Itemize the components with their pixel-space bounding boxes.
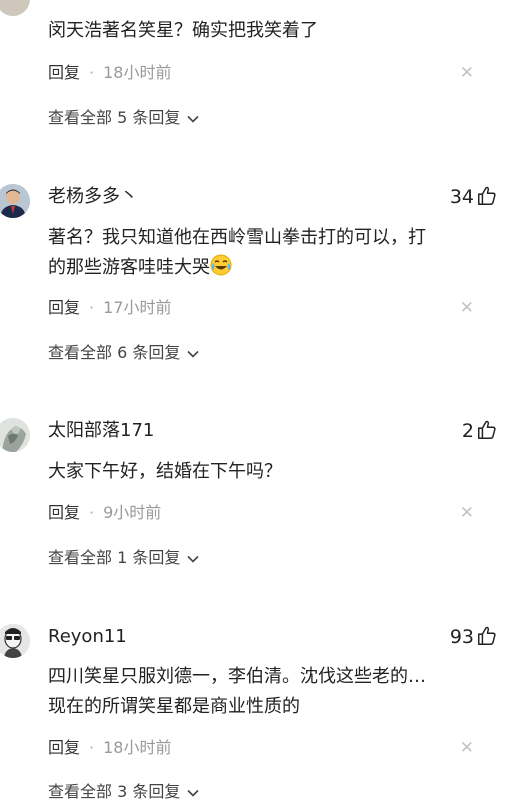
comment-time: 18小时前	[103, 63, 172, 82]
view-all-replies-link[interactable]: 查看全部 5 条回复	[48, 106, 200, 130]
close-icon[interactable]: ✕	[460, 501, 474, 525]
chevron-down-icon	[187, 555, 200, 563]
avatar[interactable]	[0, 624, 30, 658]
like-count: 93	[449, 626, 474, 648]
username[interactable]: 太阳部落171	[48, 419, 154, 443]
like-count: 2	[461, 420, 474, 442]
view-all-label: 查看全部 6 条回复	[48, 343, 181, 362]
close-icon[interactable]: ✕	[460, 61, 474, 85]
comment-time: 18小时前	[103, 738, 172, 757]
avatar[interactable]	[0, 418, 30, 452]
separator-dot: ·	[89, 503, 95, 522]
avatar[interactable]	[0, 0, 30, 16]
username[interactable]: Reyon11	[48, 625, 127, 649]
comment-text: 四川笑星只服刘德一，李伯清。沈伐这些老的… 现在的所谓笑星都是商业性质的	[48, 666, 426, 717]
view-all-label: 查看全部 1 条回复	[48, 548, 181, 567]
avatar[interactable]	[0, 184, 30, 218]
separator-dot: ·	[89, 298, 95, 317]
reply-button[interactable]: 回复	[48, 298, 80, 317]
comment-time: 17小时前	[103, 298, 172, 317]
separator-dot: ·	[89, 738, 95, 757]
crying-laughing-emoji-icon	[210, 254, 232, 286]
like-count: 34	[449, 186, 474, 208]
view-all-replies-link[interactable]: 查看全部 3 条回复	[48, 780, 200, 804]
comment-text-content: 著名？我只知道他在西岭雪山拳击打的可以，打 的那些游客哇哇大哭	[48, 227, 426, 278]
comment-actions: 回复 · 18小时前	[48, 61, 171, 85]
thumbs-up-icon[interactable]	[476, 419, 498, 441]
view-all-replies-link[interactable]: 查看全部 6 条回复	[48, 341, 200, 365]
comment-actions: 回复 · 17小时前	[48, 296, 171, 320]
comment-text: 大家下午好，结婚在下午吗？	[48, 461, 282, 482]
comment-text: 著名？我只知道他在西岭雪山拳击打的可以，打 的那些游客哇哇大哭	[48, 223, 488, 286]
reply-button[interactable]: 回复	[48, 503, 80, 522]
reply-button[interactable]: 回复	[48, 63, 80, 82]
comment-time: 9小时前	[103, 503, 162, 522]
separator-dot: ·	[89, 63, 95, 82]
chevron-down-icon	[187, 350, 200, 358]
comment-actions: 回复 · 18小时前	[48, 736, 171, 760]
chevron-down-icon	[187, 115, 200, 123]
comment-actions: 回复 · 9小时前	[48, 501, 161, 525]
thumbs-up-icon[interactable]	[476, 625, 498, 647]
close-icon[interactable]: ✕	[460, 296, 474, 320]
username[interactable]: 老杨多多丶	[48, 185, 138, 209]
view-all-replies-link[interactable]: 查看全部 1 条回复	[48, 546, 200, 570]
view-all-label: 查看全部 3 条回复	[48, 782, 181, 801]
comment-text: 闵天浩著名笑星？确实把我笑着了	[48, 20, 318, 41]
close-icon[interactable]: ✕	[460, 736, 474, 760]
reply-button[interactable]: 回复	[48, 738, 80, 757]
view-all-label: 查看全部 5 条回复	[48, 108, 181, 127]
thumbs-up-icon[interactable]	[476, 185, 498, 207]
